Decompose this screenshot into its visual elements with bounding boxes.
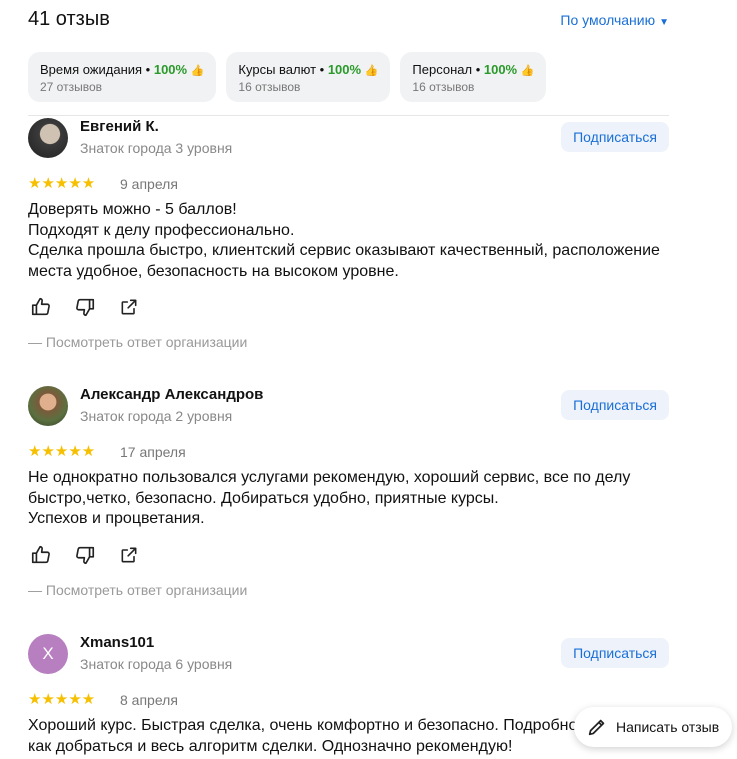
review-text: Хороший курс. Быстрая сделка, очень комф… <box>28 716 669 757</box>
dislike-icon[interactable] <box>72 543 98 567</box>
aspect-chip[interactable]: Время ожидания • 100% 👍 27 отзывов <box>28 52 217 102</box>
review-text-line: Успехов и процветания. <box>28 510 205 527</box>
review-date: 9 апреля <box>120 176 178 192</box>
subscribe-button[interactable]: Подписаться <box>561 122 669 152</box>
reviews-count: 41 отзыв <box>28 8 110 30</box>
dislike-icon[interactable] <box>72 295 98 319</box>
review-text-line: Доверять можно - 5 баллов! <box>28 201 237 218</box>
review-text: Не однократно пользовался услугами реком… <box>28 468 669 530</box>
review-actions <box>28 295 142 319</box>
rating-stars: ★★★★★ <box>28 443 96 460</box>
review-card: X Xmans101 Знаток города 6 уровня Подпис… <box>28 634 669 759</box>
org-response-link[interactable]: — Посмотреть ответ организации <box>28 582 247 598</box>
chip-review-count: 16 отзывов <box>238 80 301 94</box>
author-level: Знаток города 6 уровня <box>80 656 233 672</box>
review-text-line: Сделка прошла быстро, клиентский сервис … <box>28 242 660 259</box>
review-text: Доверять можно - 5 баллов! Подходят к де… <box>28 200 669 282</box>
pencil-icon <box>588 719 605 736</box>
subscribe-button[interactable]: Подписаться <box>561 638 669 668</box>
review-text-line: как добраться и весь алгоритм сделки. Од… <box>28 737 513 755</box>
like-icon[interactable] <box>28 543 54 567</box>
rating-stars: ★★★★★ <box>28 175 96 192</box>
share-icon[interactable] <box>116 543 142 567</box>
like-icon[interactable] <box>28 295 54 319</box>
review-card: Евгений К. Знаток города 3 уровня Подпис… <box>28 118 669 358</box>
sort-dropdown[interactable]: По умолчанию ▼ <box>560 12 669 28</box>
write-review-label: Написать отзыв <box>616 719 720 735</box>
chip-label: Персонал <box>412 62 473 77</box>
chip-review-count: 16 отзывов <box>412 80 475 94</box>
aspect-chip[interactable]: Курсы валют • 100% 👍 16 отзывов <box>226 52 391 102</box>
write-review-button[interactable]: Написать отзыв <box>574 707 732 747</box>
review-card: Александр Александров Знаток города 2 ур… <box>28 386 669 606</box>
author-name[interactable]: Евгений К. <box>80 118 159 135</box>
avatar[interactable] <box>28 118 68 158</box>
review-text-line: Подходят к делу профессионально. <box>28 221 295 239</box>
org-response-link[interactable]: — Посмотреть ответ организации <box>28 334 247 350</box>
chip-percent: 100% <box>327 62 362 77</box>
avatar[interactable]: X <box>28 634 68 674</box>
chip-percent: 100% <box>483 62 518 77</box>
aspect-chip[interactable]: Персонал • 100% 👍 16 отзывов <box>400 52 547 102</box>
chip-label: Время ожидания <box>40 62 143 77</box>
avatar[interactable] <box>28 386 68 426</box>
aspect-chips: Время ожидания • 100% 👍 27 отзывов Курсы… <box>28 52 547 102</box>
review-text-line: места удобное, безопасность на высоком у… <box>28 262 399 280</box>
review-text-line: быстро,четко, безопасно. Добираться удоб… <box>28 489 499 507</box>
author-name[interactable]: Александр Александров <box>80 386 263 403</box>
chip-label: Курсы валют <box>238 62 317 77</box>
sort-label: По умолчанию <box>560 12 656 28</box>
chip-percent: 100% <box>153 62 188 77</box>
review-date: 17 апреля <box>120 444 186 460</box>
review-text-line: Хороший курс. Быстрая сделка, очень комф… <box>28 717 578 734</box>
review-actions <box>28 543 142 567</box>
review-date: 8 апреля <box>120 692 178 708</box>
author-level: Знаток города 3 уровня <box>80 140 233 156</box>
divider <box>28 115 669 116</box>
chevron-down-icon: ▼ <box>659 17 669 28</box>
author-name[interactable]: Xmans101 <box>80 634 154 651</box>
chip-review-count: 27 отзывов <box>40 80 103 94</box>
author-level: Знаток города 2 уровня <box>80 408 233 424</box>
thumb-up-icon: 👍 <box>520 65 535 77</box>
rating-stars: ★★★★★ <box>28 691 96 708</box>
thumb-up-icon: 👍 <box>190 65 205 77</box>
reviews-header: 41 отзыв По умолчанию ▼ <box>28 8 669 36</box>
share-icon[interactable] <box>116 295 142 319</box>
thumb-up-icon: 👍 <box>364 65 379 77</box>
review-text-line: Не однократно пользовался услугами реком… <box>28 469 631 486</box>
subscribe-button[interactable]: Подписаться <box>561 390 669 420</box>
